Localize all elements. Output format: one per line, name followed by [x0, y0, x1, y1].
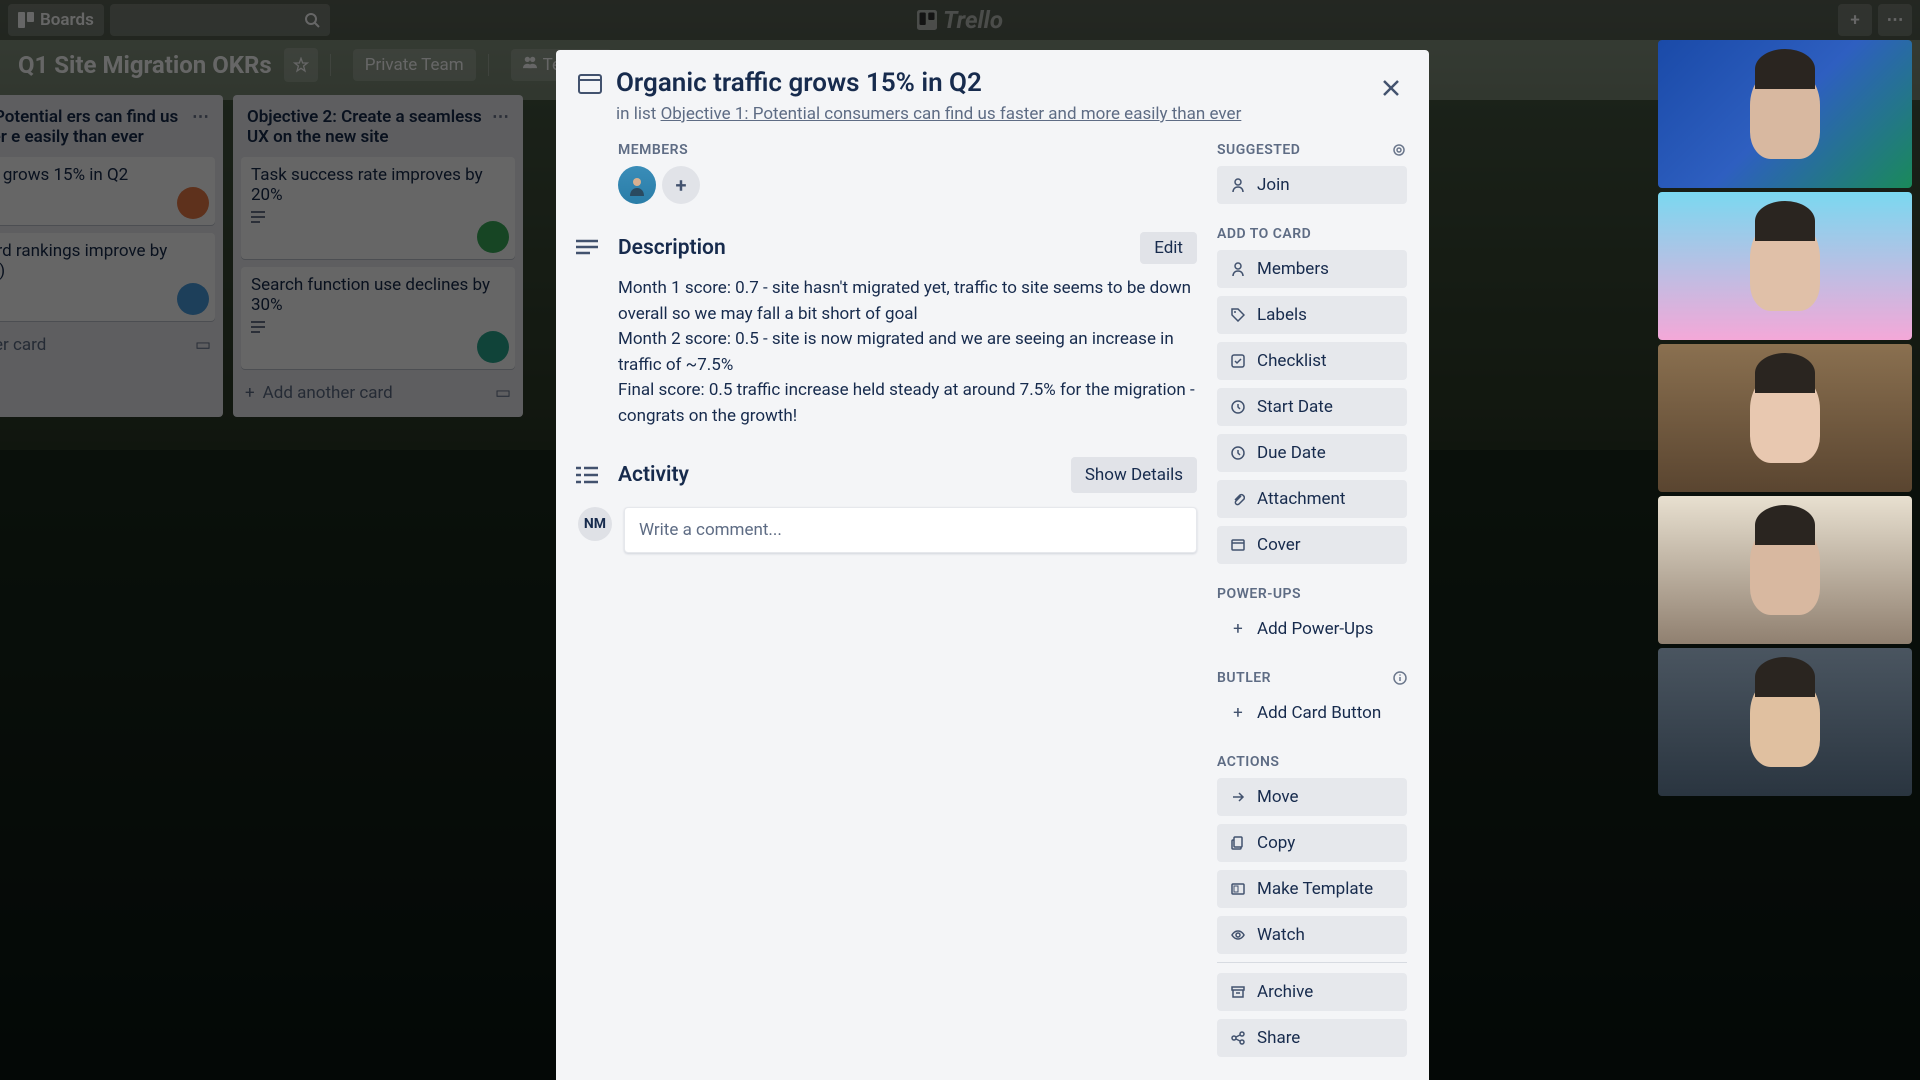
watch-button[interactable]: Watch — [1217, 916, 1407, 954]
labels-button[interactable]: Labels — [1217, 296, 1407, 334]
members-label: MEMBERS — [618, 142, 1197, 158]
clock-icon — [1229, 400, 1247, 414]
user-icon — [1229, 262, 1247, 276]
video-tile[interactable] — [1658, 344, 1912, 492]
add-powerups-button[interactable]: +Add Power-Ups — [1217, 610, 1407, 648]
powerups-label: POWER-UPS — [1217, 586, 1407, 602]
cover-button[interactable]: Cover — [1217, 526, 1407, 564]
gear-icon[interactable] — [1391, 142, 1407, 158]
due-date-button[interactable]: Due Date — [1217, 434, 1407, 472]
add-to-card-label: ADD TO CARD — [1217, 226, 1407, 242]
card-title[interactable]: Organic traffic grows 15% in Q2 — [616, 68, 1241, 98]
description-heading: Description — [618, 236, 1126, 260]
butler-label: BUTLER — [1217, 670, 1407, 686]
description-text[interactable]: Month 1 score: 0.7 - site hasn't migrate… — [618, 276, 1197, 429]
copy-icon — [1229, 836, 1247, 850]
arrow-right-icon — [1229, 790, 1247, 804]
archive-icon — [1229, 985, 1247, 999]
card-modal: Organic traffic grows 15% in Q2 in list … — [556, 50, 1429, 1080]
video-call-panel — [1658, 40, 1912, 796]
move-button[interactable]: Move — [1217, 778, 1407, 816]
video-tile[interactable] — [1658, 192, 1912, 340]
plus-icon: + — [1229, 619, 1247, 639]
members-button[interactable]: Members — [1217, 250, 1407, 288]
member-avatar[interactable] — [618, 166, 656, 204]
share-icon — [1229, 1031, 1247, 1045]
list-link[interactable]: Objective 1: Potential consumers can fin… — [661, 104, 1242, 124]
label-icon — [1229, 308, 1247, 322]
suggested-label: SUGGESTED — [1217, 142, 1407, 158]
plus-icon: + — [1229, 703, 1247, 723]
description-icon — [576, 239, 598, 257]
video-tile[interactable] — [1658, 496, 1912, 644]
activity-icon — [576, 466, 598, 484]
actions-label: ACTIONS — [1217, 754, 1407, 770]
info-icon[interactable] — [1393, 671, 1407, 685]
cover-icon — [1229, 538, 1247, 552]
make-template-button[interactable]: Make Template — [1217, 870, 1407, 908]
clock-icon — [1229, 446, 1247, 460]
start-date-button[interactable]: Start Date — [1217, 388, 1407, 426]
video-tile[interactable] — [1658, 40, 1912, 188]
attachment-button[interactable]: Attachment — [1217, 480, 1407, 518]
edit-button[interactable]: Edit — [1140, 232, 1197, 264]
share-button[interactable]: Share — [1217, 1019, 1407, 1057]
attachment-icon — [1229, 492, 1247, 506]
card-location: in list Objective 1: Potential consumers… — [616, 104, 1241, 124]
video-tile[interactable] — [1658, 648, 1912, 796]
card-icon — [578, 74, 602, 94]
join-button[interactable]: Join — [1217, 166, 1407, 204]
activity-heading: Activity — [618, 463, 1071, 487]
current-user-avatar: NM — [578, 507, 612, 541]
add-member-button[interactable]: + — [662, 166, 700, 204]
comment-input[interactable]: Write a comment... — [624, 507, 1197, 553]
user-icon — [1229, 178, 1247, 192]
copy-button[interactable]: Copy — [1217, 824, 1407, 862]
eye-icon — [1229, 928, 1247, 942]
archive-button[interactable]: Archive — [1217, 973, 1407, 1011]
template-icon — [1229, 882, 1247, 896]
close-icon — [1382, 79, 1400, 97]
show-details-button[interactable]: Show Details — [1071, 457, 1197, 493]
close-button[interactable] — [1371, 68, 1411, 108]
add-card-button-automation[interactable]: +Add Card Button — [1217, 694, 1407, 732]
checklist-icon — [1229, 354, 1247, 368]
checklist-button[interactable]: Checklist — [1217, 342, 1407, 380]
